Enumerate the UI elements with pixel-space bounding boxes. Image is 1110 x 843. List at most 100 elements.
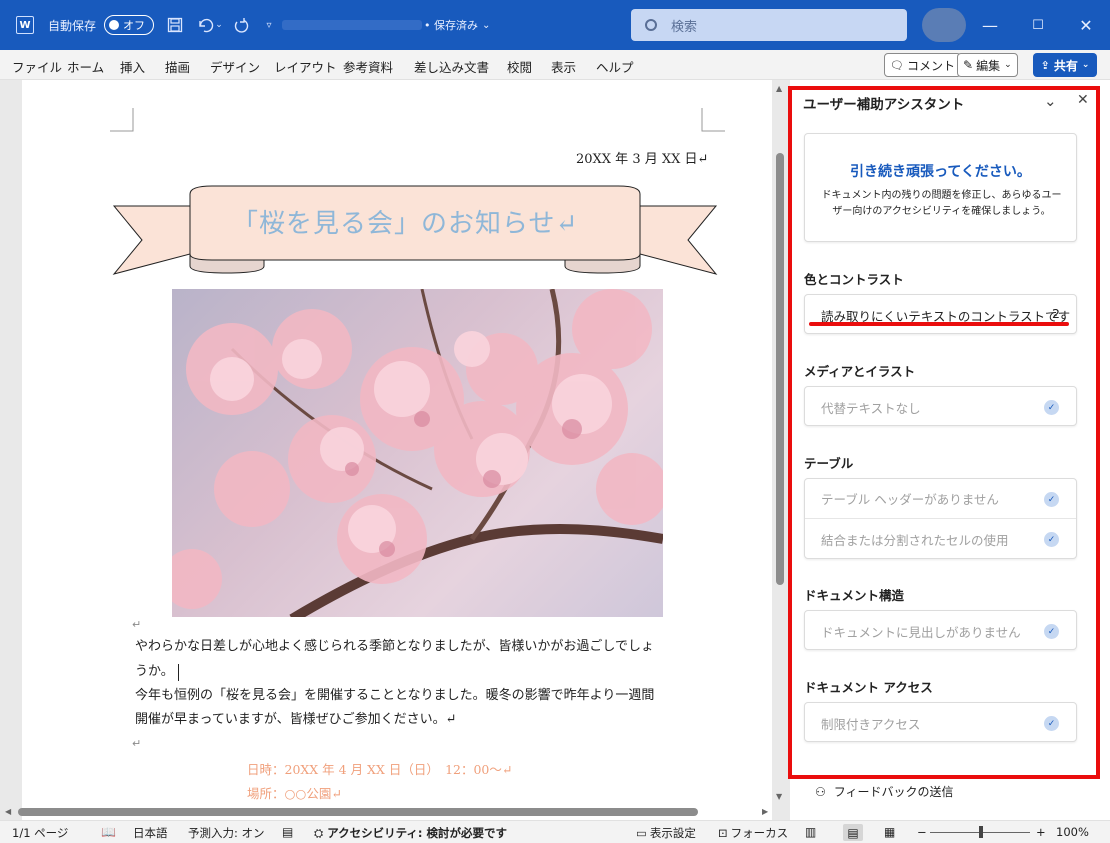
check-item-headings[interactable]: ドキュメントに見出しがありません ✓ xyxy=(805,611,1076,651)
web-layout-icon[interactable]: ▦ xyxy=(884,825,895,839)
check-card-structure[interactable]: ドキュメントに見出しがありません ✓ xyxy=(804,610,1077,650)
check-item-table-header[interactable]: テーブル ヘッダーがありません ✓ xyxy=(805,479,1076,519)
search-box[interactable]: 検索 xyxy=(631,9,907,41)
body-paragraph-2-line-2[interactable]: 開催が早まっていますが、皆様ぜひご参加ください。↵ xyxy=(135,707,456,732)
body-paragraph-1-line-1[interactable]: やわらかな日差しが心地よく感じられる季節となりましたが、皆様いかがお過ごしでしょ xyxy=(135,634,654,659)
autosave-toggle[interactable]: オフ xyxy=(104,15,154,35)
page-count[interactable]: 1/1 ページ xyxy=(12,825,68,841)
display-settings[interactable]: ▭ 表示設定 xyxy=(636,825,696,841)
issue-count-contrast: 2 xyxy=(1052,306,1060,321)
vertical-scrollbar-thumb[interactable] xyxy=(776,153,784,585)
accessibility-status-label: アクセシビリティ: 検討が必要です xyxy=(327,826,508,840)
scroll-down-icon[interactable]: ▼ xyxy=(776,792,782,801)
macro-icon[interactable]: ▤ xyxy=(282,825,293,839)
tab-design[interactable]: デザイン xyxy=(210,57,260,76)
checkmark-icon: ✓ xyxy=(1044,716,1059,731)
scroll-up-icon[interactable]: ▲ xyxy=(776,84,782,93)
check-item-merged-cells[interactable]: 結合または分割されたセルの使用 ✓ xyxy=(805,519,1076,559)
tab-help[interactable]: ヘルプ xyxy=(596,57,634,76)
focus-mode[interactable]: ⊡ フォーカス xyxy=(718,825,788,841)
section-heading-structure: ドキュメント構造 xyxy=(804,588,905,603)
margin-mark-top-right xyxy=(701,108,725,132)
zoom-in-button[interactable]: + xyxy=(1036,825,1046,839)
ribbon-tabs: ファイル ホーム 挿入 描画 デザイン レイアウト 参考資料 差し込み文書 校閲… xyxy=(0,50,1110,80)
paragraph-mark: ↵ xyxy=(132,737,142,750)
check-item-alt-text[interactable]: 代替テキストなし ✓ xyxy=(805,387,1076,427)
edit-mode-button[interactable]: ✎ 編集 ⌄ xyxy=(957,53,1018,77)
tab-review[interactable]: 校閲 xyxy=(507,57,532,76)
tab-references[interactable]: 参考資料 xyxy=(343,57,393,76)
check-card-access[interactable]: 制限付きアクセス ✓ xyxy=(804,702,1077,742)
checkmark-icon: ✓ xyxy=(1044,400,1059,415)
text-cursor xyxy=(178,664,179,681)
feedback-label: フィードバックの送信 xyxy=(833,785,954,799)
word-app-icon: W xyxy=(16,0,34,50)
document-title[interactable]: 「桜を見る会」のお知らせ↵ xyxy=(232,203,578,240)
saved-status-label: • 保存済み xyxy=(424,19,478,32)
issue-card-contrast[interactable]: 読み取りにくいテキストのコントラストです 2 xyxy=(804,294,1077,334)
cherry-blossom-photo[interactable] xyxy=(172,289,663,617)
scroll-right-icon[interactable]: ▶ xyxy=(762,807,768,816)
close-pane-icon[interactable]: ✕ xyxy=(1077,92,1089,108)
scroll-left-icon[interactable]: ◀ xyxy=(5,807,11,816)
pane-title: ユーザー補助アシスタント xyxy=(803,97,965,113)
undo-icon[interactable] xyxy=(194,14,216,36)
check-label-headings: ドキュメントに見出しがありません xyxy=(821,624,1021,640)
undo-dropdown-icon[interactable]: ⌄ xyxy=(214,14,224,36)
encouragement-heading: 引き続き頑張ってください。 xyxy=(850,164,1031,180)
tab-draw[interactable]: 描画 xyxy=(165,57,190,76)
tab-layout[interactable]: レイアウト xyxy=(274,57,337,76)
avatar[interactable] xyxy=(922,8,966,42)
save-icon[interactable] xyxy=(164,14,186,36)
check-label-table-header: テーブル ヘッダーがありません xyxy=(821,492,999,507)
book-icon[interactable]: 📖 xyxy=(101,825,116,839)
chevron-down-icon: ⌄ xyxy=(1004,60,1012,70)
zoom-level[interactable]: 100% xyxy=(1056,825,1089,839)
check-label-merged-cells: 結合または分割されたセルの使用 xyxy=(821,532,1009,548)
customize-qat-icon[interactable]: ▿ xyxy=(262,14,276,36)
chevron-down-icon: ⌄ xyxy=(1081,60,1090,70)
autosave-label: 自動保存 xyxy=(48,18,97,33)
event-place[interactable]: 場所：○○公園↵ xyxy=(247,783,342,802)
close-button[interactable]: ✕ xyxy=(1062,0,1110,50)
tab-home[interactable]: ホーム xyxy=(67,57,104,76)
zoom-out-button[interactable]: − xyxy=(917,825,927,839)
focus-icon: ⊡ xyxy=(718,826,728,840)
display-settings-icon: ▭ xyxy=(636,826,647,840)
share-button[interactable]: ⇪ 共有 ⌄ xyxy=(1033,53,1097,77)
redo-icon[interactable] xyxy=(230,14,252,36)
section-heading-access: ドキュメント アクセス xyxy=(804,680,933,695)
feedback-icon: ⚇ xyxy=(815,784,826,799)
check-item-restricted-access[interactable]: 制限付きアクセス ✓ xyxy=(805,703,1076,743)
predictive-input-indicator[interactable]: 予測入力: オン xyxy=(188,825,265,841)
read-mode-icon[interactable]: ▥ xyxy=(805,825,816,839)
tab-view[interactable]: 表示 xyxy=(551,57,576,76)
restore-button[interactable]: ☐ xyxy=(1014,0,1062,50)
encouragement-text: ドキュメント内の残りの問題を修正し、あらゆるユーザー向けのアクセシビリティを確保… xyxy=(821,190,1062,217)
comment-button[interactable]: 🗨 コメント xyxy=(884,53,961,77)
tab-insert[interactable]: 挿入 xyxy=(120,57,145,76)
check-card-table[interactable]: テーブル ヘッダーがありません ✓ 結合または分割されたセルの使用 ✓ xyxy=(804,478,1077,559)
horizontal-scrollbar-thumb[interactable] xyxy=(18,808,698,816)
print-layout-icon[interactable]: ▤ xyxy=(843,824,863,841)
chevron-down-icon: ⌄ xyxy=(482,19,491,31)
language-indicator[interactable]: 日本語 xyxy=(133,825,168,841)
tab-mailings[interactable]: 差し込み文書 xyxy=(414,57,489,76)
tab-file[interactable]: ファイル xyxy=(12,57,62,76)
encouragement-card: 引き続き頑張ってください。 ドキュメント内の残りの問題を修正し、あらゆるユーザー… xyxy=(804,133,1077,242)
event-date[interactable]: 日時：20XX 年 4 月 XX 日（日） 12：00～↵ xyxy=(247,759,512,778)
zoom-slider-handle[interactable] xyxy=(979,826,983,838)
edit-mode-label: 編集 xyxy=(976,58,1001,73)
chevron-down-icon[interactable]: ⌄ xyxy=(1044,92,1057,110)
issue-item-contrast[interactable]: 読み取りにくいテキストのコントラストです 2 xyxy=(805,295,1076,335)
check-card-media[interactable]: 代替テキストなし ✓ xyxy=(804,386,1077,426)
section-heading-table: テーブル xyxy=(804,456,854,471)
document-name-blurred[interactable] xyxy=(282,20,422,30)
saved-status[interactable]: • 保存済み ⌄ xyxy=(424,0,490,50)
document-date[interactable]: 20XX 年 3 月 XX 日↵ xyxy=(576,148,708,167)
body-paragraph-2-line-1[interactable]: 今年も恒例の「桜を見る会」を開催することとなりました。暖冬の影響で昨年より一週間 xyxy=(135,683,654,708)
feedback-link[interactable]: ⚇ フィードバックの送信 xyxy=(815,783,954,800)
accessibility-status[interactable]: ⛭ アクセシビリティ: 検討が必要です xyxy=(314,825,507,841)
body-paragraph-1-line-2[interactable]: うか。 xyxy=(135,659,174,684)
minimize-button[interactable]: — xyxy=(966,0,1014,50)
